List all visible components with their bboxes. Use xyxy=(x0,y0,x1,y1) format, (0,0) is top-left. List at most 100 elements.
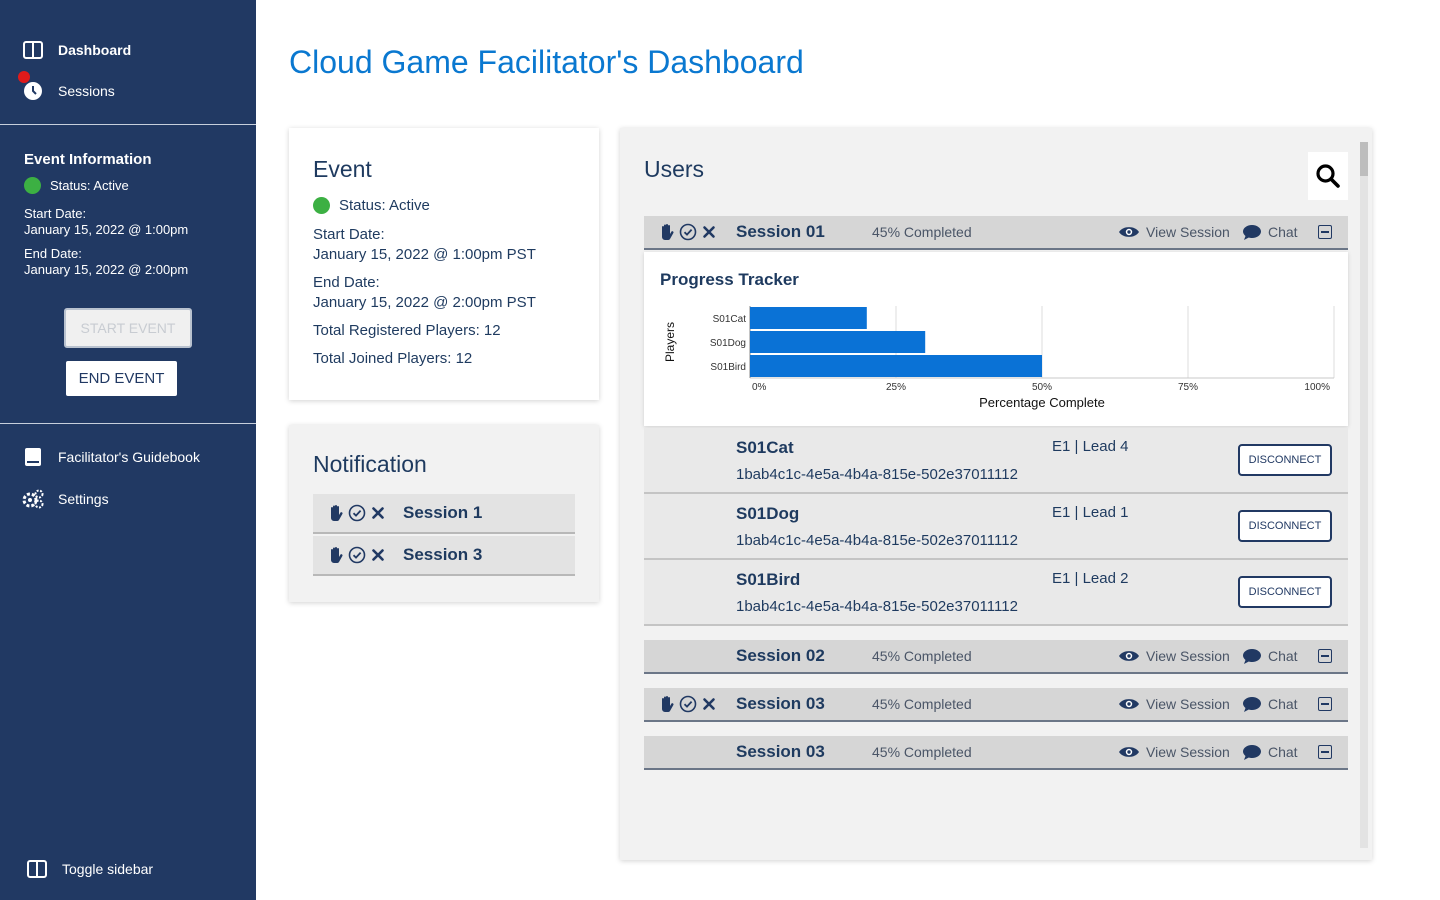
scrollbar-thumb[interactable] xyxy=(1360,142,1368,176)
check-circle-icon[interactable] xyxy=(348,546,366,564)
y-tick-label: S01Dog xyxy=(710,338,746,349)
event-start-value: January 15, 2022 @ 1:00pm PST xyxy=(313,246,536,263)
users-title: Users xyxy=(644,156,705,182)
x-tick-label: 50% xyxy=(1032,382,1052,393)
notification-session-label: Session 3 xyxy=(403,545,483,564)
eye-icon xyxy=(1119,651,1139,661)
status-active-icon xyxy=(313,197,330,214)
player-lead: E1 | Lead 4 xyxy=(1052,438,1129,455)
page-title: Cloud Game Facilitator's Dashboard xyxy=(289,44,804,80)
check-circle-icon[interactable] xyxy=(679,223,697,241)
search-button[interactable] xyxy=(1308,152,1348,200)
event-registered: Total Registered Players: 12 xyxy=(313,322,501,339)
nav-guidebook[interactable]: Facilitator's Guidebook xyxy=(22,447,200,467)
session-bar[interactable]: Session 03 45% Completed View Session Ch… xyxy=(644,688,1348,722)
view-session-button[interactable]: View Session xyxy=(1118,696,1230,712)
status-active-icon xyxy=(24,177,41,194)
session-bar[interactable]: Session 02 45% Completed View Session Ch… xyxy=(644,640,1348,674)
check-circle-icon[interactable] xyxy=(679,695,697,713)
session-bar[interactable]: Session 01 45% Completed View Session Ch… xyxy=(644,216,1348,250)
session-name: Session 03 xyxy=(736,742,825,761)
check-circle-icon[interactable] xyxy=(348,504,366,522)
session-progress: 45% Completed xyxy=(872,696,972,712)
toggle-sidebar[interactable]: Toggle sidebar xyxy=(26,859,153,879)
player-name: S01Cat xyxy=(736,438,794,457)
event-end-label: End Date: xyxy=(313,274,380,291)
chat-button[interactable]: Chat xyxy=(1242,648,1298,665)
collapse-icon[interactable] xyxy=(1318,225,1332,239)
close-icon[interactable] xyxy=(700,223,718,241)
chat-label: Chat xyxy=(1268,744,1298,760)
event-card-title: Event xyxy=(313,156,372,182)
chat-label: Chat xyxy=(1268,696,1298,712)
chat-button[interactable]: Chat xyxy=(1242,224,1298,241)
scrollbar[interactable] xyxy=(1360,142,1368,848)
notification-item[interactable]: Session 3 xyxy=(313,536,575,576)
sidebar-start-value: January 15, 2022 @ 1:00pm xyxy=(24,222,189,237)
nav-settings[interactable]: Settings xyxy=(22,489,109,509)
x-tick-label: 75% xyxy=(1178,382,1198,393)
bar xyxy=(750,331,926,353)
nav-sessions[interactable]: Sessions xyxy=(18,71,115,101)
session-name: Session 02 xyxy=(736,646,825,665)
session-bar[interactable]: Session 03 45% Completed View Session Ch… xyxy=(644,736,1348,770)
end-event-button[interactable]: END EVENT xyxy=(66,361,177,396)
session-action-icons xyxy=(327,546,387,564)
sidebar-start-label: Start Date: xyxy=(24,206,87,221)
player-id: 1bab4c1c-4e5a-4b4a-815e-502e37011112 xyxy=(736,466,1018,483)
sidebar: Dashboard Sessions Event Information Sta… xyxy=(0,0,256,900)
view-session-button[interactable]: View Session xyxy=(1118,744,1230,760)
nav-sessions-label: Sessions xyxy=(58,83,115,99)
hand-raise-icon[interactable] xyxy=(658,695,676,713)
session-name: Session 03 xyxy=(736,694,825,713)
event-end-value: January 15, 2022 @ 2:00pm PST xyxy=(313,294,536,311)
disconnect-button[interactable]: DISCONNECT xyxy=(1238,444,1332,476)
start-event-button[interactable]: START EVENT xyxy=(64,308,192,348)
search-icon xyxy=(1316,164,1340,188)
notification-session-label: Session 1 xyxy=(403,503,483,522)
notification-card: Notification Session 1 Session 3 xyxy=(289,425,599,602)
book-icon xyxy=(22,447,44,467)
x-tick-label: 25% xyxy=(886,382,906,393)
sidebar-divider xyxy=(0,423,256,424)
session-progress: 45% Completed xyxy=(872,224,972,240)
nav-dashboard[interactable]: Dashboard xyxy=(22,40,131,60)
close-icon[interactable] xyxy=(369,504,387,522)
chat-button[interactable]: Chat xyxy=(1242,696,1298,713)
collapse-icon[interactable] xyxy=(1318,649,1332,663)
nav-guidebook-label: Facilitator's Guidebook xyxy=(58,449,200,465)
eye-icon xyxy=(1119,227,1139,237)
disconnect-button[interactable]: DISCONNECT xyxy=(1238,576,1332,608)
disconnect-button[interactable]: DISCONNECT xyxy=(1238,510,1332,542)
session-name: Session 01 xyxy=(736,222,825,241)
view-session-button[interactable]: View Session xyxy=(1118,224,1230,240)
sidebar-end-value: January 15, 2022 @ 2:00pm xyxy=(24,262,189,277)
hand-raise-icon[interactable] xyxy=(327,504,345,522)
nav-dashboard-label: Dashboard xyxy=(58,42,132,58)
session-action-icons xyxy=(658,223,718,241)
notification-item[interactable]: Session 1 xyxy=(313,494,575,534)
view-session-label: View Session xyxy=(1146,224,1230,240)
toggle-sidebar-icon xyxy=(26,859,48,879)
chat-button[interactable]: Chat xyxy=(1242,744,1298,761)
hand-raise-icon[interactable] xyxy=(658,223,676,241)
player-id: 1bab4c1c-4e5a-4b4a-815e-502e37011112 xyxy=(736,532,1018,549)
view-session-button[interactable]: View Session xyxy=(1118,648,1230,664)
session-progress: 45% Completed xyxy=(872,744,972,760)
sidebar-event-title: Event Information xyxy=(24,151,152,168)
chat-icon xyxy=(1243,696,1261,712)
close-icon[interactable] xyxy=(369,546,387,564)
hand-raise-icon[interactable] xyxy=(327,546,345,564)
close-icon[interactable] xyxy=(700,695,718,713)
notification-dot xyxy=(18,71,30,83)
notification-title: Notification xyxy=(313,451,427,477)
session-progress: 45% Completed xyxy=(872,648,972,664)
player-lead: E1 | Lead 2 xyxy=(1052,570,1129,587)
collapse-icon[interactable] xyxy=(1318,745,1332,759)
event-status: Status: Active xyxy=(339,197,430,214)
y-axis-label: Players xyxy=(663,322,677,362)
bar xyxy=(750,355,1042,377)
collapse-icon[interactable] xyxy=(1318,697,1332,711)
progress-chart: 0% 25% 50% 75% 100% S01Cat S01Dog S01Bird Percen… xyxy=(663,306,1335,410)
user-row: S01Bird 1bab4c1c-4e5a-4b4a-815e-502e3701… xyxy=(644,560,1348,626)
